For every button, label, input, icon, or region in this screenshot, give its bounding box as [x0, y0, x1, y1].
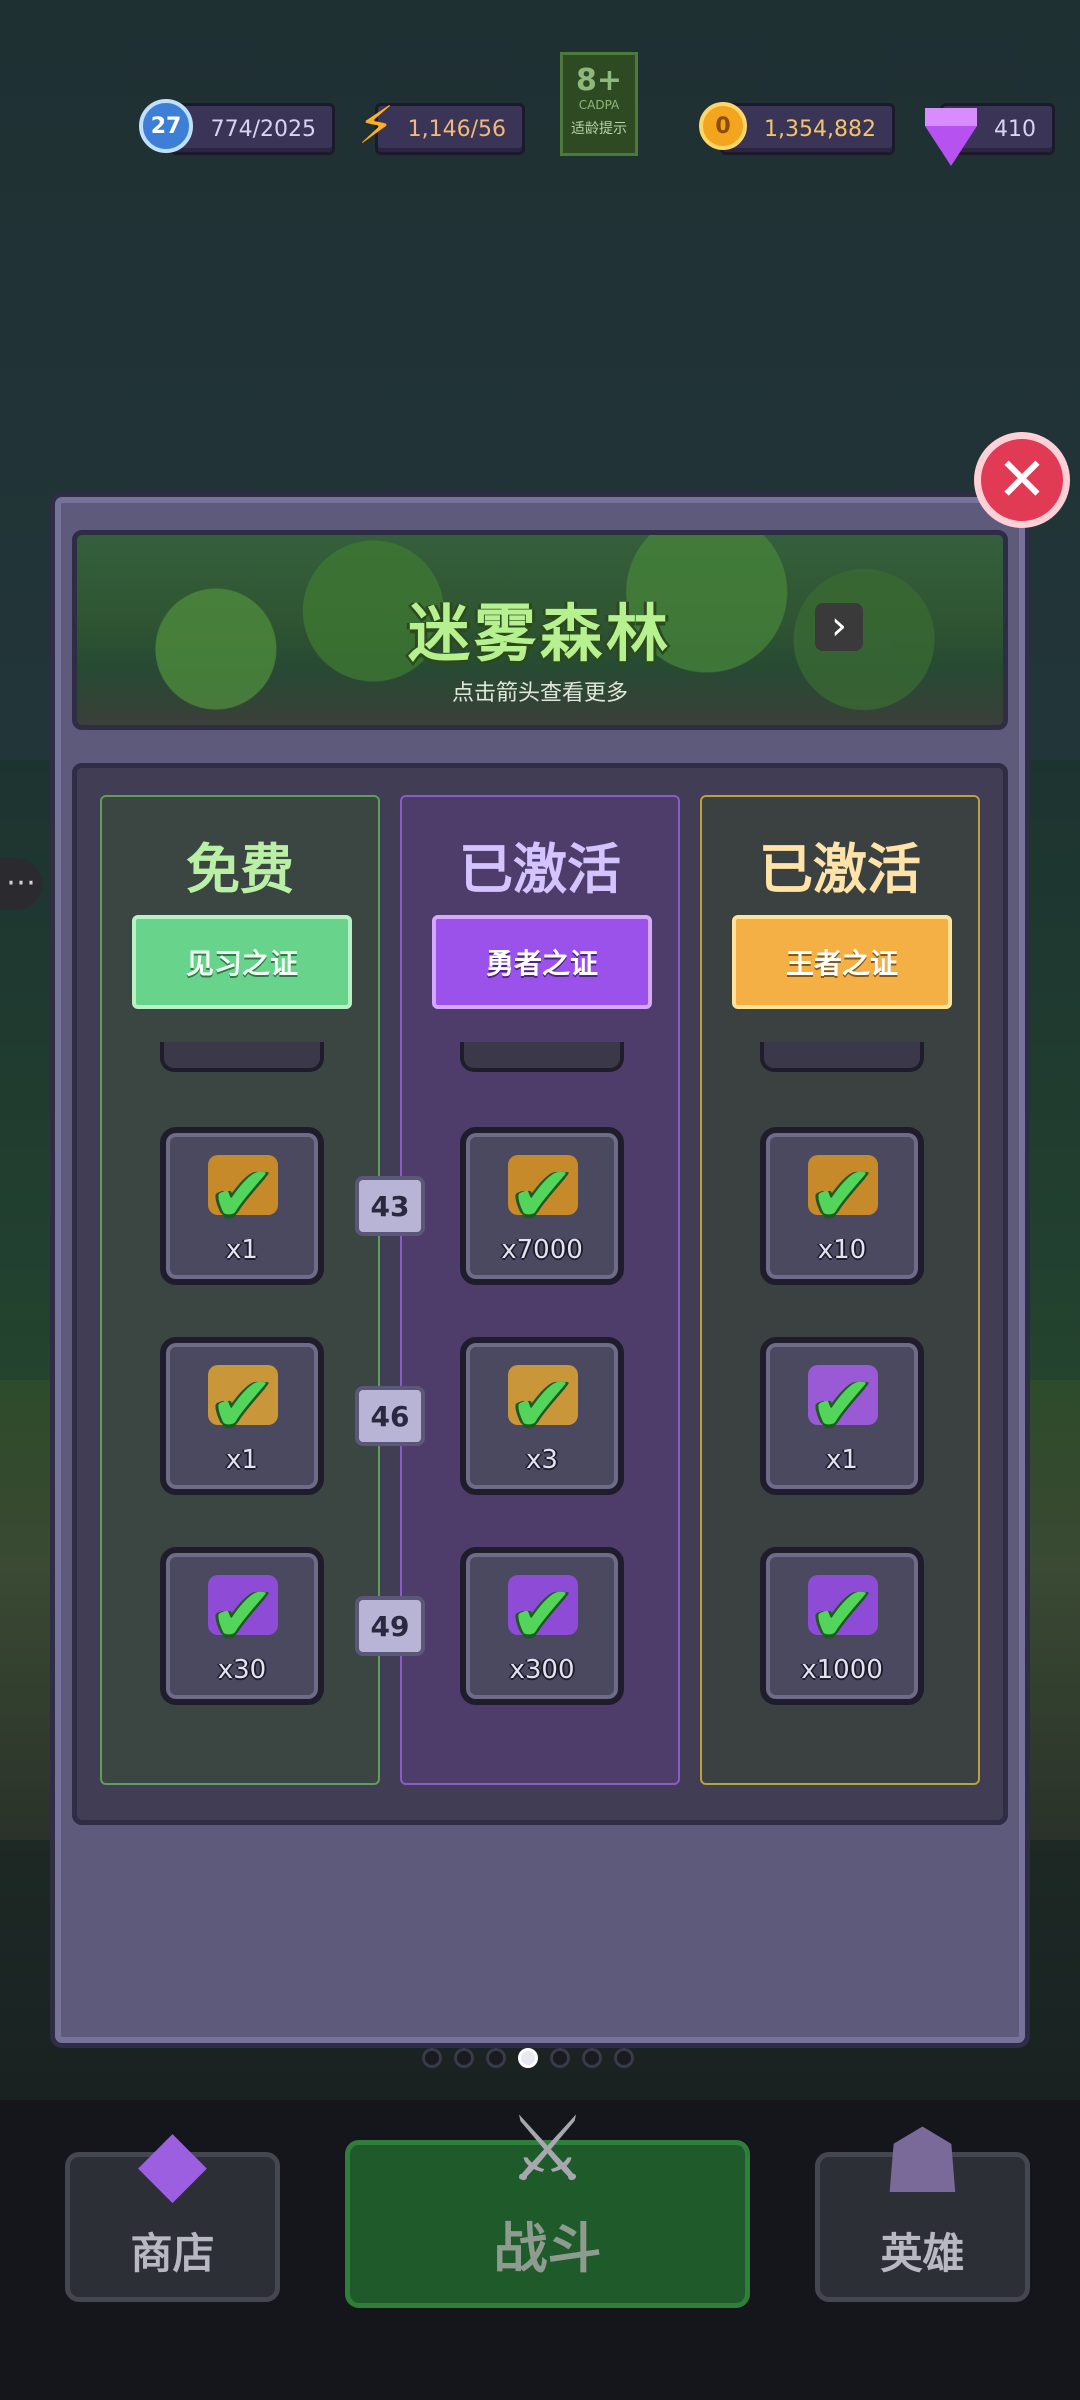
reward-column-hero: 已激活 勇者之证 ✔ x7000 ✔ x3 ✔ x300: [400, 795, 680, 1785]
gem-icon: [920, 108, 982, 177]
reward-slot-partial: [460, 1042, 624, 1072]
page-dot[interactable]: [422, 2048, 442, 2068]
checkmark-icon: ✔: [509, 1570, 575, 1660]
reward-qty: x7000: [501, 1235, 583, 1265]
stage-subtitle: 点击箭头查看更多: [451, 681, 628, 706]
reward-column-free: 免费 见习之证 ✔ x1 ✔ x1 ✔ x30: [100, 795, 380, 1785]
reward-slot-partial: [760, 1042, 924, 1072]
reward-qty: x1000: [801, 1655, 883, 1685]
page-dot[interactable]: [582, 2048, 602, 2068]
reward-slot[interactable]: ✔ x7000: [460, 1127, 624, 1285]
level-marker: 49: [355, 1596, 425, 1656]
nav-battle-label: 战斗: [493, 2217, 602, 2280]
reward-qty: x10: [817, 1235, 867, 1265]
checkmark-icon: ✔: [209, 1570, 275, 1660]
reward-column-king: 已激活 王者之证 ✔ x10 ✔ x1 ✔ x1000: [700, 795, 980, 1785]
checkmark-icon: ✔: [509, 1150, 575, 1240]
checkmark-icon: ✔: [509, 1360, 575, 1450]
ticket-badge[interactable]: 见习之证: [132, 915, 352, 1009]
checkmark-icon: ✔: [209, 1360, 275, 1450]
lightning-icon: ⚡: [357, 96, 395, 156]
reward-slot-partial: [160, 1042, 324, 1072]
chevron-right-icon[interactable]: ›: [815, 603, 863, 651]
page-dot[interactable]: [454, 2048, 474, 2068]
level-value: 27: [139, 99, 193, 153]
nav-hero-label: 英雄: [880, 2229, 965, 2278]
reward-slot[interactable]: ✔ x1: [160, 1337, 324, 1495]
close-button[interactable]: ✕: [974, 432, 1070, 528]
age-rating-code: CADPA: [578, 98, 620, 112]
page-dot[interactable]: [550, 2048, 570, 2068]
nav-battle-button[interactable]: ⚔ 战斗: [345, 2105, 750, 2308]
level-marker: 43: [355, 1176, 425, 1236]
reward-qty: x300: [509, 1655, 575, 1685]
ticket-badge[interactable]: 王者之证: [732, 915, 952, 1009]
checkmark-icon: ✔: [209, 1150, 275, 1240]
page-dot[interactable]: [486, 2048, 506, 2068]
reward-slot[interactable]: ✔ x1000: [760, 1547, 924, 1705]
reward-slot[interactable]: ✔ x30: [160, 1547, 324, 1705]
reward-qty: x3: [526, 1445, 558, 1475]
reward-qty: x1: [226, 1235, 258, 1265]
checkmark-icon: ✔: [809, 1150, 875, 1240]
level-badge-icon: 27: [135, 95, 197, 157]
column-status: 免费: [186, 838, 294, 901]
reward-slot[interactable]: ✔ x300: [460, 1547, 624, 1705]
knight-helmet-icon: ☗: [882, 2109, 963, 2214]
nav-hero-button[interactable]: ☗ 英雄: [815, 2117, 1030, 2302]
checkmark-icon: ✔: [809, 1570, 875, 1660]
resource-hud: 774/2025 27 1,146/56 ⚡ 1,354,882 0 410: [0, 95, 1080, 166]
column-status: 已激活: [759, 838, 921, 901]
age-rating-badge: 8+ CADPA 适龄提示: [560, 52, 638, 156]
checkmark-icon: ✔: [809, 1360, 875, 1450]
column-status: 已激活: [459, 838, 621, 901]
age-rating-label: 适龄提示: [571, 121, 627, 137]
stage-banner[interactable]: 迷雾森林 › 点击箭头查看更多: [72, 530, 1008, 730]
page-indicator: [422, 2048, 634, 2072]
coin-value: 1,354,882: [764, 116, 876, 142]
reward-qty: x30: [217, 1655, 267, 1685]
page-dot[interactable]: [614, 2048, 634, 2068]
coin-icon: 0: [692, 95, 754, 157]
reward-slot[interactable]: ✔ x1: [760, 1337, 924, 1495]
crossed-swords-icon: ⚔: [507, 2097, 588, 2202]
reward-qty: x1: [226, 1445, 258, 1475]
page-dot[interactable]: [518, 2048, 538, 2068]
nav-shop-label: 商店: [130, 2229, 215, 2278]
level-marker: 46: [355, 1386, 425, 1446]
gem-value: 410: [994, 116, 1036, 142]
stage-title: 迷雾森林: [407, 597, 672, 670]
shop-icon: ◆: [137, 2109, 208, 2214]
reward-slot[interactable]: ✔ x1: [160, 1127, 324, 1285]
exp-value: 774/2025: [210, 116, 316, 142]
energy-value: 1,146/56: [407, 116, 506, 142]
nav-shop-button[interactable]: ◆ 商店: [65, 2117, 280, 2302]
reward-slot[interactable]: ✔ x10: [760, 1127, 924, 1285]
age-rating-number: 8+: [575, 63, 622, 98]
reward-qty: x1: [826, 1445, 858, 1475]
ticket-badge[interactable]: 勇者之证: [432, 915, 652, 1009]
reward-slot[interactable]: ✔ x3: [460, 1337, 624, 1495]
